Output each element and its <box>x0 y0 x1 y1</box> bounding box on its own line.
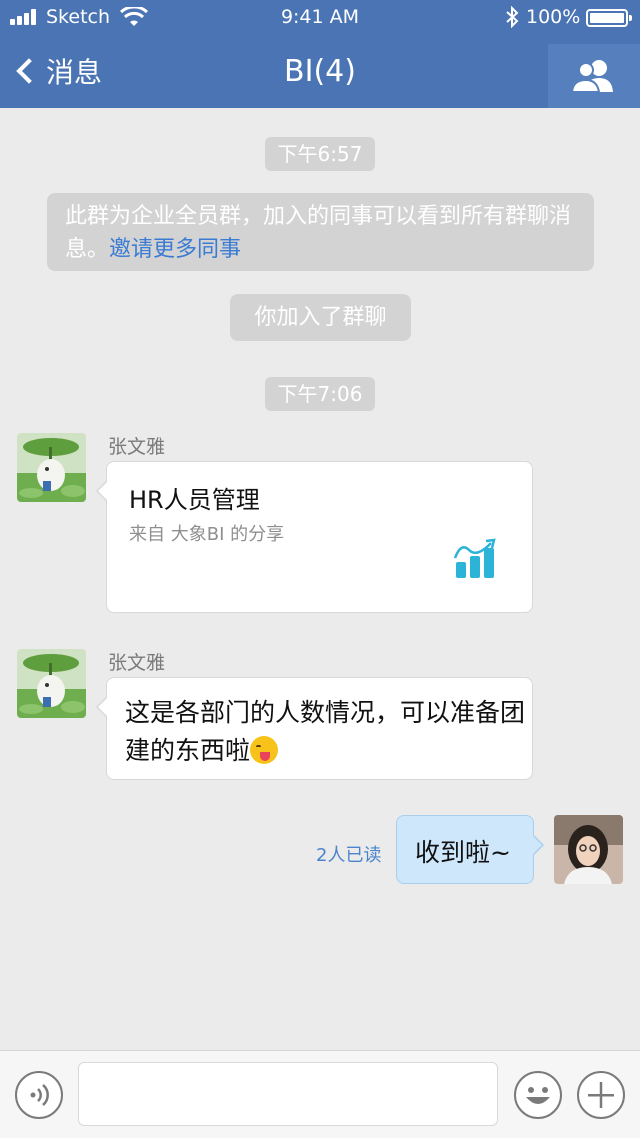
battery-percent: 100% <box>526 6 581 28</box>
own-message-text: 收到啦~ <box>415 838 511 867</box>
own-avatar[interactable] <box>554 815 623 884</box>
bluetooth-icon <box>505 5 519 33</box>
avatar[interactable] <box>17 649 86 718</box>
emoji-button[interactable] <box>514 1071 562 1119</box>
page-title: BI(4) <box>284 54 356 89</box>
system-notice: 此群为企业全员群，加入的同事可以看到所有群聊消息。邀请更多同事 <box>47 193 594 271</box>
group-members-button[interactable] <box>548 44 640 108</box>
message-text: 这是各部门的人数情况，可以准备团建的东西啦 <box>125 698 526 765</box>
emoji-icon <box>526 1087 550 1104</box>
shared-card[interactable]: HR人员管理 来自 大象BI 的分享 <box>96 461 533 613</box>
sender-name: 张文雅 <box>108 652 166 674</box>
avatar[interactable] <box>17 433 86 502</box>
voice-icon <box>30 1084 49 1106</box>
timestamp: 下午6:57 <box>265 137 375 171</box>
voice-button[interactable] <box>15 1071 63 1119</box>
message-input[interactable] <box>78 1062 498 1126</box>
own-message-bubble[interactable]: 收到啦~ <box>396 815 544 884</box>
status-bar: Sketch 9:41 AM 100% <box>0 0 640 36</box>
group-members-icon <box>570 60 613 93</box>
bar-chart-trend-icon <box>453 538 496 578</box>
top-bar: Sketch 9:41 AM 100% 消息 BI(4) <box>0 0 640 108</box>
shared-card-source: 来自 大象BI 的分享 <box>129 524 285 545</box>
shared-card-title: HR人员管理 <box>129 486 260 514</box>
winking-tongue-emoji-icon <box>250 736 279 764</box>
invite-more-link[interactable]: 邀请更多同事 <box>109 237 241 262</box>
read-receipt[interactable]: 2人已读 <box>316 841 381 867</box>
input-bar <box>0 1050 640 1138</box>
timestamp: 下午7:06 <box>265 377 375 411</box>
plus-icon <box>588 1082 614 1108</box>
joined-notice: 你加入了群聊 <box>230 294 411 341</box>
plus-button[interactable] <box>577 1071 625 1119</box>
message-bubble[interactable]: 这是各部门的人数情况，可以准备团建的东西啦 <box>96 677 533 780</box>
sender-name: 张文雅 <box>108 436 166 458</box>
battery-icon <box>586 9 632 27</box>
